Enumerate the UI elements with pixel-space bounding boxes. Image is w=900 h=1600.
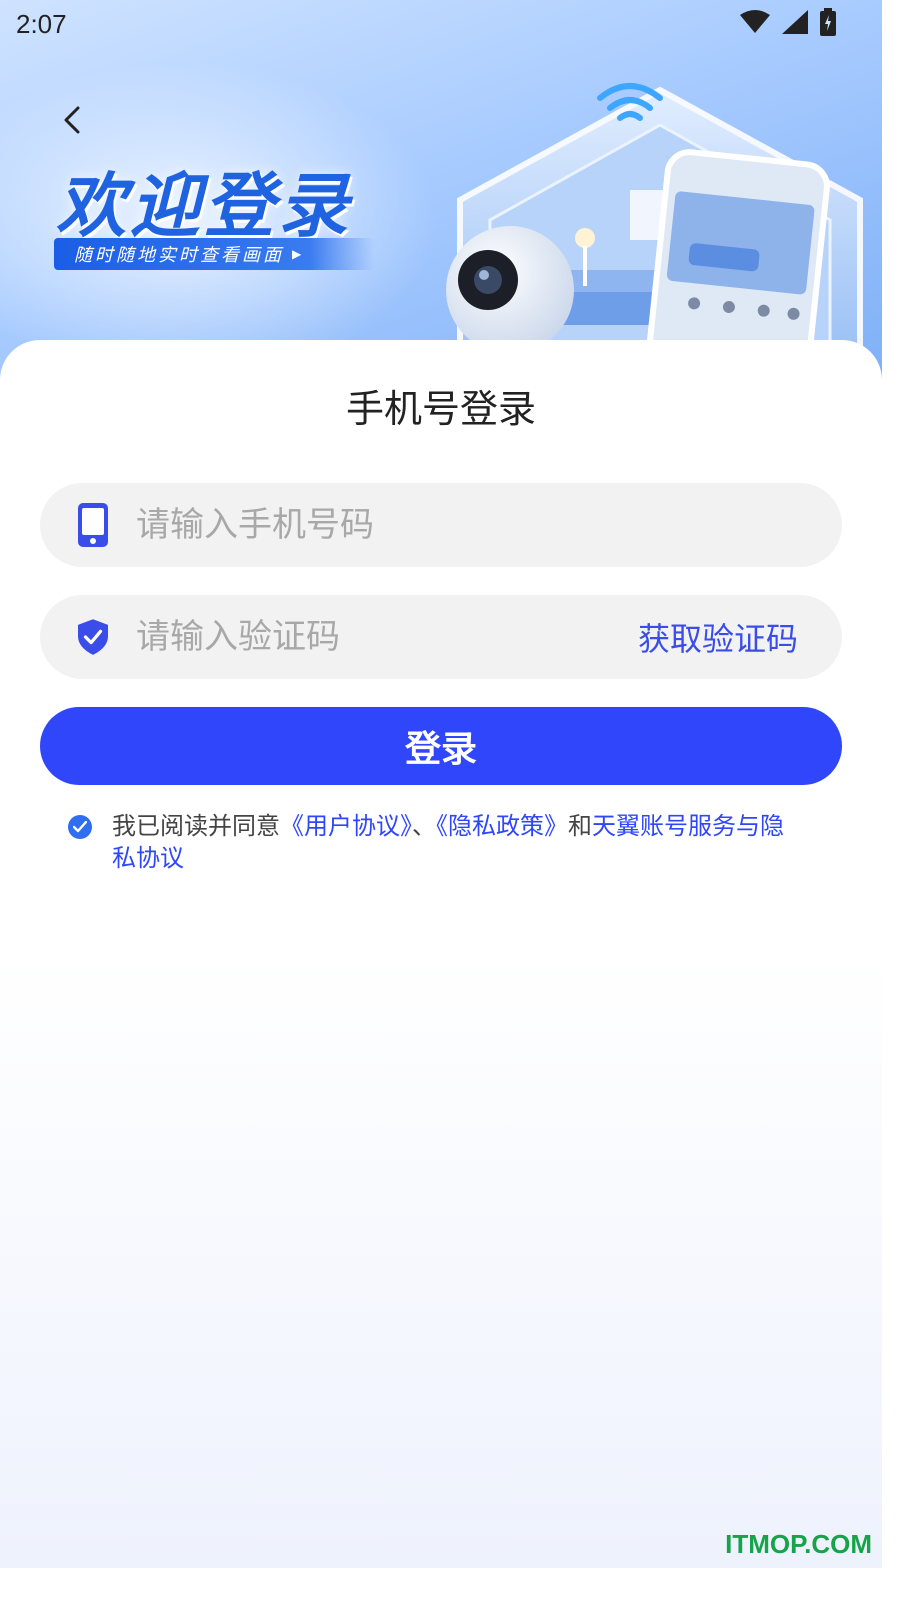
user-agreement-link[interactable]: 《用户协议》: [280, 812, 412, 840]
back-button[interactable]: [52, 100, 92, 144]
hero-banner: 2:07 欢迎登录 随时随地实时查看画面 ▶: [0, 0, 882, 380]
status-icons: [740, 8, 836, 40]
welcome-subtitle: 随时随地实时查看画面 ▶: [54, 238, 374, 270]
privacy-policy-link[interactable]: 《隐私政策》: [436, 812, 568, 840]
smart-home-illustration: [446, 83, 863, 370]
login-card-title: 手机号登录: [345, 387, 536, 431]
agreement-text: 我已阅读并同意《用户协议》、《隐私政策》和天翼账号服务与隐私协议: [112, 810, 788, 874]
welcome-title: 欢迎登录: [56, 165, 352, 247]
agreement-prefix: 我已阅读并同意: [112, 812, 280, 840]
welcome-subtitle-text: 随时随地实时查看画面: [74, 245, 284, 266]
shield-check-icon: [78, 615, 108, 659]
login-button[interactable]: 登录: [40, 707, 842, 785]
agreement-and: 和: [568, 812, 592, 840]
phone-icon: [78, 503, 108, 547]
status-bar: 2:07: [0, 0, 882, 48]
verification-code-input[interactable]: [136, 617, 638, 657]
agreement-separator: 、: [412, 812, 436, 840]
get-code-button[interactable]: 获取验证码: [638, 614, 798, 660]
status-time: 2:07: [16, 8, 67, 39]
agreement-row: 我已阅读并同意《用户协议》、《隐私政策》和天翼账号服务与隐私协议: [68, 810, 788, 874]
wifi-icon: [740, 10, 770, 38]
phone-input[interactable]: [136, 505, 842, 545]
login-card: 手机号登录 获取验证码 登录 我已阅读并同意《用户协议》、《隐私政策》和天翼账号…: [0, 340, 882, 1568]
phone-field[interactable]: [40, 483, 842, 567]
verification-code-field[interactable]: 获取验证码: [40, 595, 842, 679]
site-watermark: ITMOP.COM: [725, 1529, 872, 1559]
battery-icon: [820, 8, 836, 40]
checkmark-icon: [73, 821, 87, 833]
agreement-checkbox[interactable]: [68, 815, 92, 839]
signal-icon: [782, 10, 808, 38]
play-arrow-icon: ▶: [292, 247, 305, 261]
chevron-left-icon: [62, 105, 82, 139]
